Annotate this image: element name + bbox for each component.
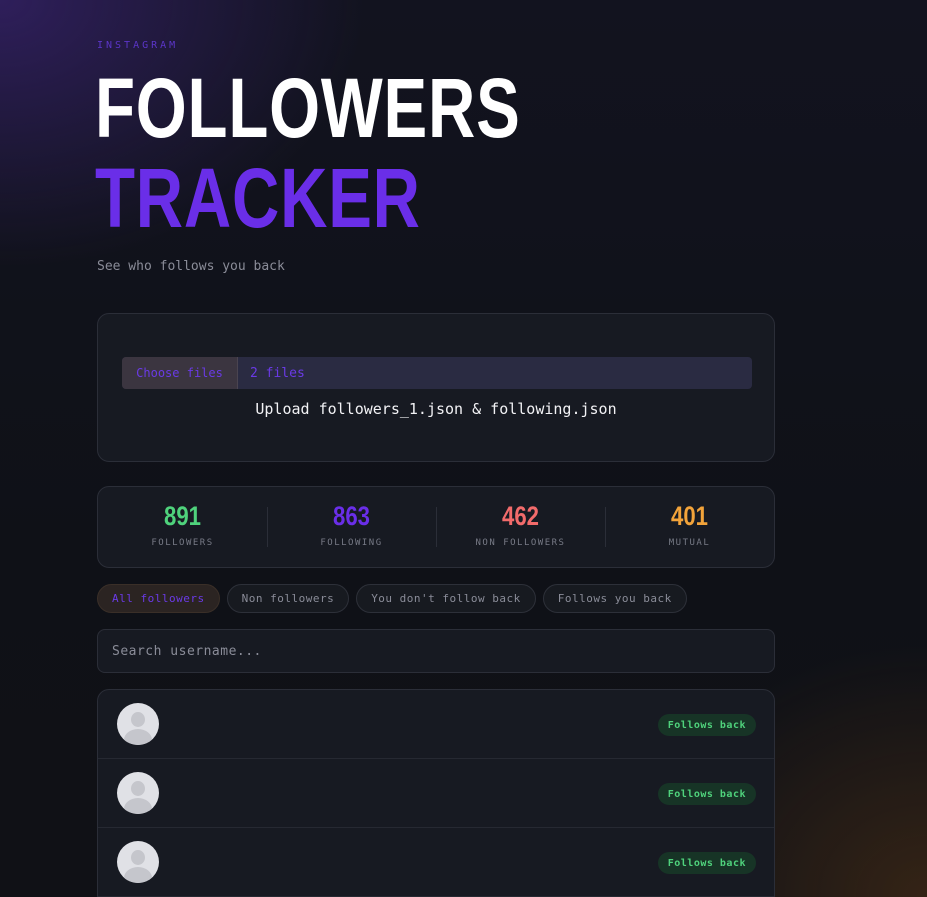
upload-instruction: Upload followers_1.json & following.json <box>255 400 617 418</box>
list-item[interactable]: Follows back <box>98 828 774 897</box>
stat-label: MUTUAL <box>668 538 711 548</box>
default-avatar-icon <box>117 703 159 745</box>
stat-value: 891 <box>164 501 201 531</box>
filter-all-followers[interactable]: All followers <box>97 584 220 613</box>
stat-value: 401 <box>671 501 708 531</box>
stats-card: 891 FOLLOWERS 863 FOLLOWING 462 NON FOLL… <box>97 486 775 568</box>
stat-label: FOLLOWING <box>320 538 383 548</box>
follows-back-badge: Follows back <box>657 714 756 736</box>
file-count: 2 files <box>250 365 305 381</box>
followers-list: Follows back Follows back Follows back <box>97 689 775 897</box>
list-item[interactable]: Follows back <box>98 759 774 828</box>
filter-non-followers[interactable]: Non followers <box>226 584 350 613</box>
filter-you-dont-follow-back[interactable]: You don't follow back <box>356 584 536 613</box>
stat-mutual: 401 MUTUAL <box>605 487 774 567</box>
stat-value: 462 <box>502 501 539 531</box>
upload-card: Choose files 2 files Upload followers_1.… <box>97 313 775 462</box>
filter-tabs: All followers Non followers You don't fo… <box>97 584 687 613</box>
stat-non-followers: 462 NON FOLLOWERS <box>436 487 605 567</box>
stat-following: 863 FOLLOWING <box>267 487 436 567</box>
eyebrow-label: INSTAGRAM <box>97 40 179 51</box>
stat-label: NON FOLLOWERS <box>475 538 566 548</box>
page-title-line1: FOLLOWERS <box>95 61 521 155</box>
choose-files-button[interactable]: Choose files <box>122 357 238 389</box>
search-input[interactable] <box>97 629 775 673</box>
page-title-line2: TRACKER <box>95 151 421 245</box>
list-item[interactable]: Follows back <box>98 690 774 759</box>
stat-value: 863 <box>333 501 370 531</box>
stat-followers: 891 FOLLOWERS <box>98 487 267 567</box>
default-avatar-icon <box>117 841 159 883</box>
follows-back-badge: Follows back <box>657 783 756 805</box>
page-subtitle: See who follows you back <box>97 259 285 274</box>
stat-label: FOLLOWERS <box>151 538 214 548</box>
default-avatar-icon <box>117 772 159 814</box>
filter-follows-you-back[interactable]: Follows you back <box>542 584 687 613</box>
file-input[interactable]: Choose files 2 files <box>122 357 752 389</box>
follows-back-badge: Follows back <box>657 852 756 874</box>
